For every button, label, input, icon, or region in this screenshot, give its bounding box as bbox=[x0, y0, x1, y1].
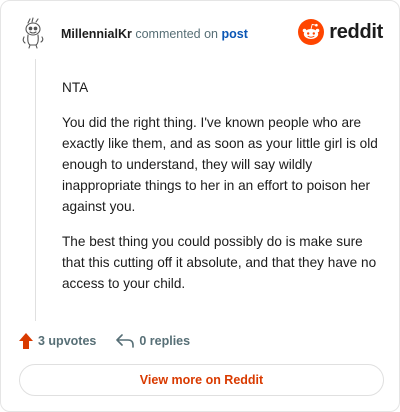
snoo-avatar-icon[interactable] bbox=[19, 17, 51, 49]
author-name[interactable]: MillennialKr bbox=[61, 27, 132, 41]
replies-count: 0 replies bbox=[139, 334, 191, 348]
post-link[interactable]: post bbox=[222, 27, 248, 41]
upvote-arrow-icon bbox=[19, 333, 33, 349]
comment-meta: MillennialKr commented on post bbox=[61, 27, 248, 41]
comment-header: MillennialKr commented on post reddit bbox=[19, 15, 383, 51]
reddit-brand[interactable]: reddit bbox=[298, 19, 383, 45]
reply-arrow-icon bbox=[116, 334, 135, 348]
reddit-logo-icon bbox=[298, 19, 325, 45]
upvotes-button[interactable]: 3 upvotes bbox=[19, 333, 96, 349]
comment-embed-card: MillennialKr commented on post reddit NT… bbox=[0, 0, 400, 412]
replies-button[interactable]: 0 replies bbox=[116, 334, 190, 348]
thread-line bbox=[35, 59, 36, 321]
commented-on-text: commented on bbox=[135, 27, 219, 41]
comment-paragraph: You did the right thing. I've known peop… bbox=[62, 115, 378, 214]
comment-actions: 3 upvotes 0 replies bbox=[19, 331, 210, 351]
view-more-button[interactable]: View more on Reddit bbox=[19, 364, 384, 396]
comment-body: NTA You did the right thing. I've known … bbox=[62, 77, 382, 308]
reddit-wordmark: reddit bbox=[329, 20, 383, 43]
upvotes-count: 3 upvotes bbox=[38, 334, 97, 348]
comment-paragraph: The best thing you could possibly do is … bbox=[62, 234, 377, 291]
comment-paragraph: NTA bbox=[62, 80, 89, 95]
